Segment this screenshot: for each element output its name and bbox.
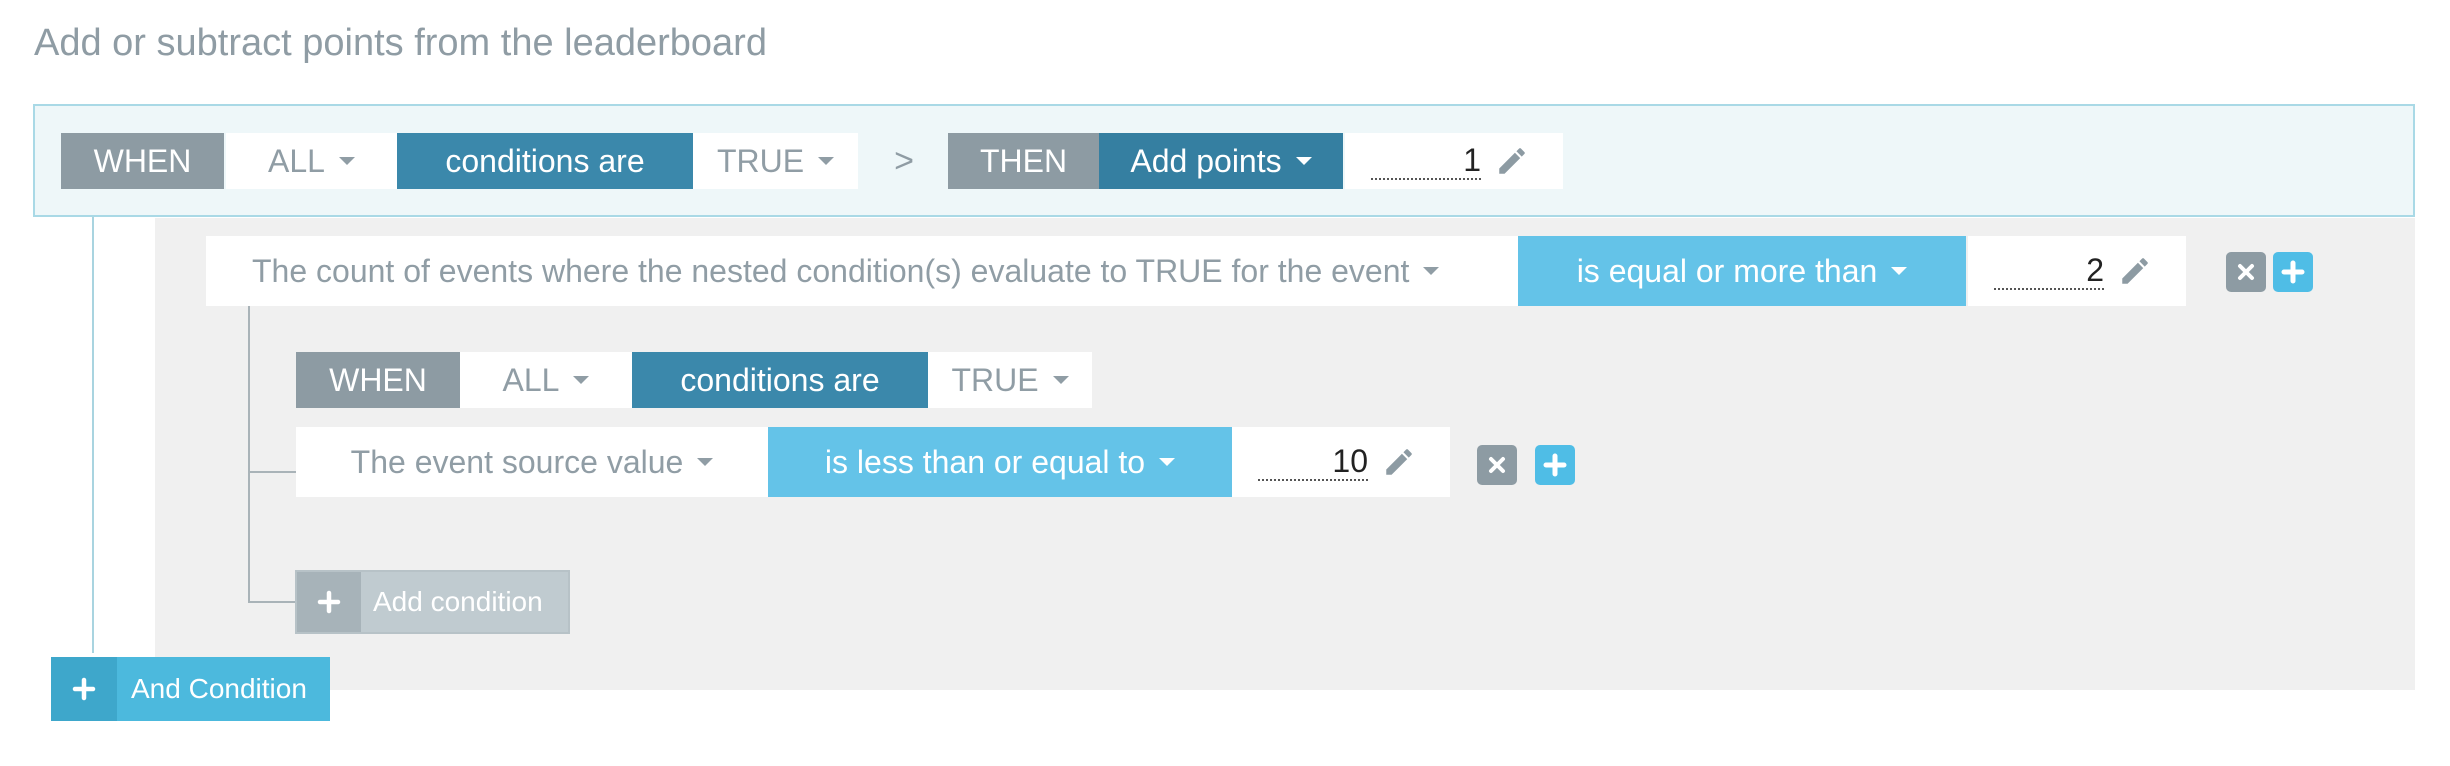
nested-operator-dropdown[interactable]: is less than or equal to — [768, 427, 1232, 497]
caret-down-icon — [1052, 376, 1069, 384]
add-condition-label: Add condition — [373, 586, 543, 617]
add-condition-button[interactable] — [2273, 252, 2313, 292]
nested-truth-dropdown[interactable]: TRUE — [928, 352, 1092, 408]
nested-field-value: The event source value — [350, 443, 684, 480]
close-icon — [2238, 264, 2254, 280]
condition-value: 2 — [1994, 252, 2104, 290]
action-value: Add points — [1130, 142, 1282, 179]
caret-down-icon — [1295, 157, 1312, 165]
pencil-icon[interactable] — [2118, 254, 2152, 288]
then-label: THEN — [948, 133, 1099, 189]
then-arrow: > — [894, 141, 914, 180]
and-condition-label: And Condition — [131, 673, 307, 704]
points-value-field[interactable]: 1 — [1345, 133, 1563, 189]
truth-dropdown[interactable]: TRUE — [693, 133, 858, 189]
nested-operator-value: is less than or equal to — [824, 443, 1146, 480]
caret-down-icon — [1891, 267, 1908, 275]
truth-value: TRUE — [716, 142, 805, 179]
caret-down-icon — [697, 458, 714, 466]
condition-field-value: The count of events where the nested con… — [252, 252, 1410, 289]
remove-condition-button[interactable] — [2226, 252, 2266, 292]
nested-value-field[interactable]: 10 — [1232, 427, 1450, 497]
and-condition-button[interactable]: And Condition — [51, 657, 330, 721]
operator-dropdown[interactable]: is equal or more than — [1518, 236, 1966, 306]
caret-down-icon — [1423, 267, 1440, 275]
nested-when-label: WHEN — [296, 352, 460, 408]
add-nested-condition-button[interactable]: Add condition — [295, 570, 570, 634]
nested-connector-branch — [248, 601, 296, 603]
nested-truth-value: TRUE — [951, 361, 1039, 398]
pencil-icon[interactable] — [1495, 144, 1529, 178]
nested-connector-line — [248, 305, 250, 603]
pencil-icon[interactable] — [1382, 445, 1416, 479]
points-value: 1 — [1371, 142, 1481, 180]
page-title: Add or subtract points from the leaderbo… — [34, 22, 767, 64]
plus-icon — [1543, 453, 1567, 477]
caret-down-icon — [573, 376, 590, 384]
nested-value: 10 — [1258, 443, 1368, 481]
nested-quantifier-value: ALL — [502, 361, 560, 398]
plus-icon — [51, 657, 117, 721]
nested-connector-branch — [248, 471, 296, 473]
nested-conditions-are-label: conditions are — [632, 352, 928, 408]
conditions-are-label: conditions are — [397, 133, 693, 189]
nested-quantifier-dropdown[interactable]: ALL — [460, 352, 632, 408]
when-label: WHEN — [61, 133, 224, 189]
caret-down-icon — [1159, 458, 1176, 466]
plus-icon — [2281, 260, 2305, 284]
condition-value-field[interactable]: 2 — [1968, 236, 2186, 306]
quantifier-dropdown[interactable]: ALL — [226, 133, 397, 189]
plus-icon — [297, 572, 361, 632]
caret-down-icon — [338, 157, 355, 165]
condition-field-dropdown[interactable]: The count of events where the nested con… — [206, 236, 1518, 306]
nested-field-dropdown[interactable]: The event source value — [296, 427, 768, 497]
caret-down-icon — [818, 157, 835, 165]
operator-value: is equal or more than — [1576, 252, 1878, 289]
close-icon — [1489, 457, 1505, 473]
nested-remove-condition-button[interactable] — [1477, 445, 1517, 485]
quantifier-value: ALL — [268, 142, 325, 179]
action-dropdown[interactable]: Add points — [1099, 133, 1343, 189]
connector-line — [92, 217, 94, 653]
nested-add-condition-button[interactable] — [1535, 445, 1575, 485]
